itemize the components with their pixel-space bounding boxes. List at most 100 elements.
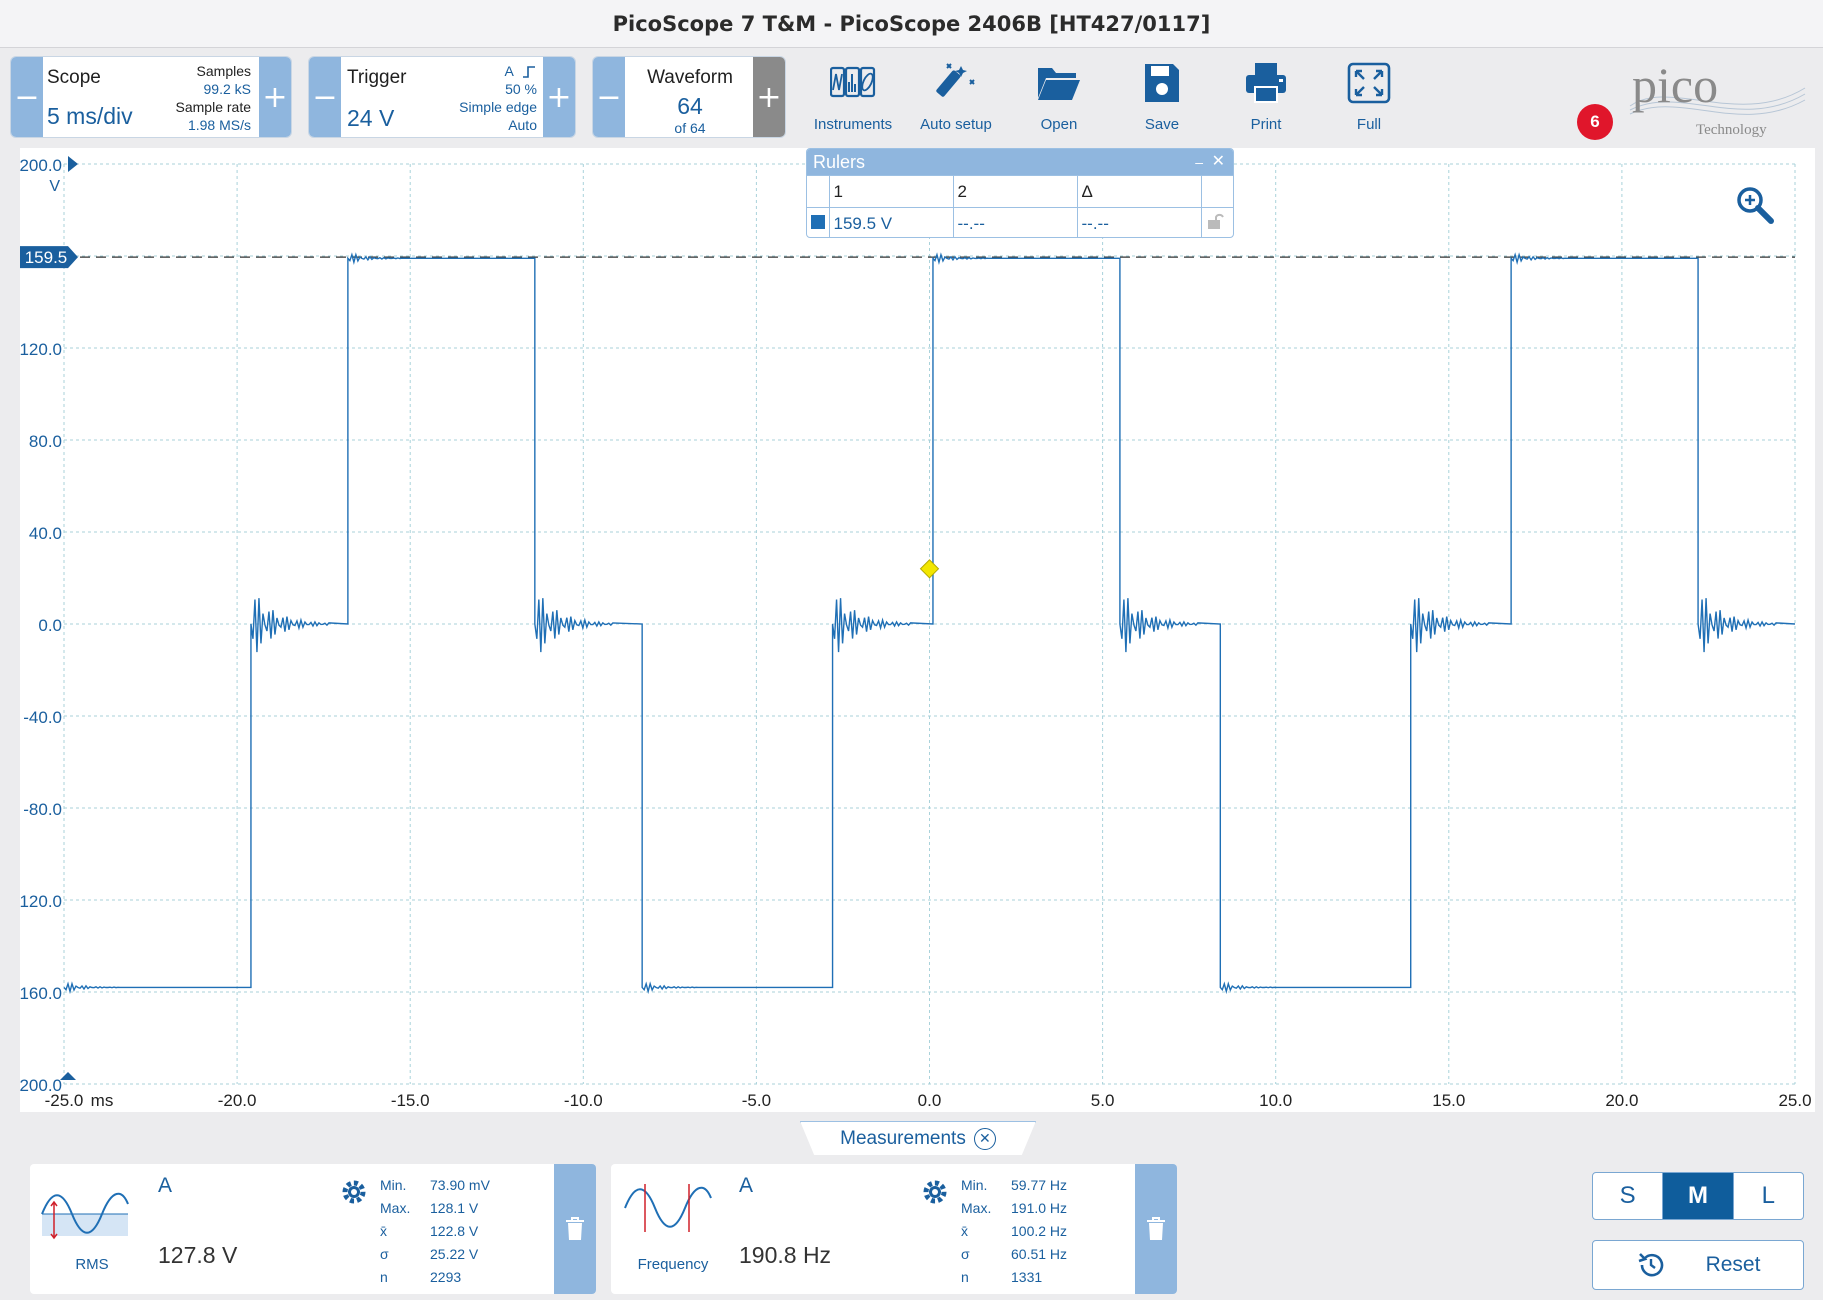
toolbar: − Scope 5 ms/div Samples 99.2 kS Sample …	[0, 48, 1823, 148]
y-tick-label: -80.0	[23, 800, 62, 819]
measurements-close-icon[interactable]: ✕	[973, 1127, 996, 1150]
unlock-icon	[1207, 214, 1224, 230]
stat-sigma-value: 25.22 V	[430, 1246, 479, 1262]
print-label: Print	[1250, 116, 1282, 133]
logo-text: pico	[1632, 58, 1718, 113]
stat-key: n	[380, 1269, 388, 1285]
rulers-lock-header	[1200, 175, 1233, 208]
rms-channel: A	[158, 1174, 173, 1197]
rulers-panel[interactable]: Rulers – ✕ 1 2 Δ 159.5 V --.-- --.--	[806, 148, 1234, 238]
ruler-label: 159.5	[25, 248, 68, 267]
ruler-2-value: --.--	[952, 207, 1078, 237]
ruler-delta-header: Δ	[1076, 175, 1202, 208]
open-button[interactable]: Open	[1009, 56, 1109, 142]
ruler-2-header: 2	[952, 175, 1078, 208]
instruments-label: Instruments	[813, 116, 893, 133]
gear-icon[interactable]	[921, 1178, 949, 1206]
waveform-previous-button[interactable]: −	[593, 57, 625, 137]
samples-value: 99.2 kS	[203, 81, 251, 97]
trigger-type: Simple edge	[459, 99, 537, 115]
trigger-decrease-button[interactable]: −	[309, 57, 341, 137]
frequency-value: 190.8 Hz	[739, 1242, 832, 1268]
delete-frequency-button[interactable]	[1135, 1164, 1177, 1294]
full-screen-button[interactable]: Full	[1319, 56, 1419, 142]
save-label: Save	[1144, 116, 1180, 133]
scope-label: Scope	[47, 67, 101, 88]
stat-min-value: 73.90 mV	[430, 1177, 490, 1193]
stat-key: Min.	[380, 1177, 407, 1193]
x-tick-label: 20.0	[1605, 1091, 1638, 1110]
open-label: Open	[1040, 116, 1078, 133]
rulers-close-button[interactable]: ✕	[1212, 149, 1225, 175]
instruments-button[interactable]: Instruments	[803, 56, 903, 142]
rulers-table: 1 2 Δ 159.5 V --.-- --.--	[807, 175, 1233, 237]
reset-button[interactable]: Reset	[1592, 1240, 1804, 1290]
axis-origin-marker	[60, 1072, 76, 1080]
trigger-control[interactable]: − Trigger 24 V A 50 % Simple edge Auto +	[308, 56, 576, 138]
gear-icon[interactable]	[340, 1178, 368, 1206]
x-tick-label: -25.0	[45, 1091, 84, 1110]
x-tick-label: 0.0	[918, 1091, 942, 1110]
auto-setup-button[interactable]: Auto setup	[906, 56, 1006, 142]
rms-value: 127.8 V	[158, 1242, 238, 1268]
stat-mean-value: 100.2 Hz	[1011, 1223, 1068, 1239]
ruler-1-header: 1	[828, 175, 954, 208]
delete-rms-button[interactable]	[554, 1164, 596, 1294]
y-tick-label: 80.0	[29, 432, 62, 451]
waveform-next-button[interactable]: +	[753, 57, 785, 137]
scope-control[interactable]: − Scope 5 ms/div Samples 99.2 kS Sample …	[10, 56, 292, 138]
trigger-label: Trigger	[347, 67, 407, 88]
stat-count-value: 2293	[430, 1269, 462, 1285]
sample-rate-value: 1.98 MS/s	[187, 117, 251, 133]
trigger-increase-button[interactable]: +	[543, 57, 575, 137]
window-title: PicoScope 7 T&M - PicoScope 2406B [HT427…	[0, 0, 1823, 48]
folder-icon	[1038, 68, 1080, 100]
rulers-minimize-button[interactable]: –	[1195, 149, 1203, 175]
measurement-card-frequency[interactable]: Frequency A 190.8 Hz Min. 59.77 Hz Max. 19…	[611, 1164, 1177, 1294]
trigger-percent: 50 %	[505, 81, 537, 97]
stat-key: n	[961, 1269, 969, 1285]
waveform-chart[interactable]: 200.0120.080.040.00.0-40.0-80.0-120.0-16…	[20, 148, 1815, 1112]
wand-icon	[936, 63, 975, 97]
y-tick-label: 40.0	[29, 524, 62, 543]
stat-key: Max.	[380, 1200, 411, 1216]
stat-mean-value: 122.8 V	[430, 1223, 479, 1239]
pico-logo: pico Technology	[1620, 57, 1810, 138]
y-tick-label: -160.0	[20, 984, 62, 1003]
y-tick-label: -40.0	[23, 708, 62, 727]
size-small-button[interactable]: S	[1593, 1173, 1664, 1219]
stat-max-value: 191.0 Hz	[1011, 1200, 1068, 1216]
frequency-type-label: Frequency	[637, 1256, 709, 1273]
trash-icon	[566, 1217, 584, 1240]
stat-key: σ	[380, 1246, 389, 1262]
waveform-control[interactable]: − Waveform 64 of 64 +	[592, 56, 786, 138]
instruments-icon	[830, 66, 876, 98]
measurement-card-rms[interactable]: RMS A 127.8 V Min. 73.90 mV Max. 128.1 V x…	[30, 1164, 596, 1294]
size-large-button[interactable]: L	[1734, 1173, 1803, 1219]
scope-decrease-button[interactable]: −	[11, 57, 43, 137]
save-button[interactable]: Save	[1112, 56, 1212, 142]
rising-edge-icon	[523, 66, 535, 79]
scope-increase-button[interactable]: +	[259, 57, 291, 137]
print-button[interactable]: Print	[1216, 56, 1316, 142]
stat-min-value: 59.77 Hz	[1011, 1177, 1068, 1193]
trigger-channel: A	[504, 63, 514, 79]
frequency-channel: A	[739, 1174, 754, 1197]
size-medium-button[interactable]: M	[1663, 1173, 1734, 1219]
reset-icon	[1638, 1253, 1663, 1277]
measurements-tab[interactable]: Measurements ✕	[800, 1121, 1036, 1155]
ruler-lock-button[interactable]	[1200, 207, 1233, 237]
scope-view[interactable]: 200.0120.080.040.00.0-40.0-80.0-120.0-16…	[20, 148, 1815, 1112]
ruler-delta-value: --.--	[1076, 207, 1202, 237]
y-tick-label: 200.0	[20, 156, 62, 175]
zoom-icon[interactable]	[1735, 185, 1775, 225]
auto-setup-label: Auto setup	[920, 116, 992, 133]
stat-key: σ	[961, 1246, 970, 1262]
view-size-selector[interactable]: S M L	[1592, 1172, 1804, 1220]
y-tick-label: 120.0	[20, 340, 62, 359]
x-tick-label: -10.0	[564, 1091, 603, 1110]
sample-rate-label: Sample rate	[175, 99, 251, 115]
waveform-label: Waveform	[647, 67, 733, 88]
notification-badge[interactable]: 6	[1577, 104, 1613, 140]
fullscreen-icon	[1347, 62, 1391, 104]
